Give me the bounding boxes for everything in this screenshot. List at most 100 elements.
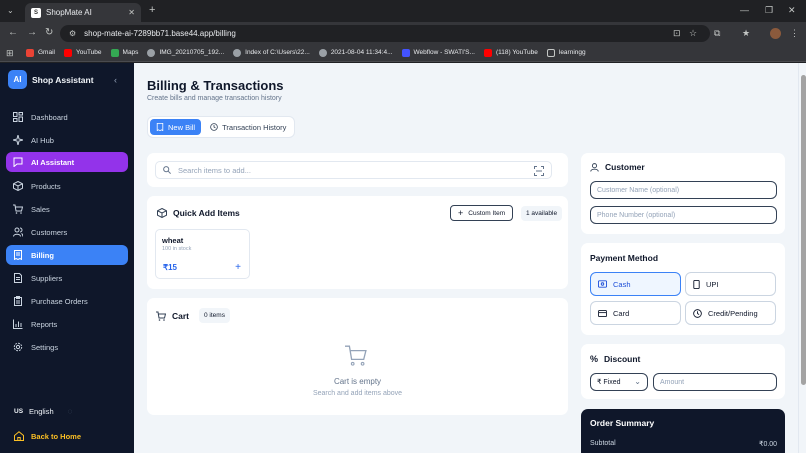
extensions-icon[interactable]: ⧉ (714, 28, 720, 38)
sidebar-item-billing[interactable]: Billing (6, 245, 128, 265)
quick-add-card: Quick Add Items + Custom Item 1 availabl… (147, 196, 568, 289)
browser-tab[interactable]: S ShopMate AI ✕ (25, 3, 141, 22)
bookmark-webflow[interactable]: Webflow - SWATI'S... (401, 48, 475, 57)
bookmark-img[interactable]: IMG_20210705_192... (147, 48, 224, 57)
page-title: Billing & Transactions (147, 78, 284, 93)
phone-number-field[interactable]: Phone Number (optional) (590, 206, 777, 224)
globe-icon (318, 48, 327, 57)
site-info-icon[interactable]: ⚙ (69, 29, 76, 39)
cart-card: Cart 0 items Cart is empty Search and ad… (147, 298, 568, 415)
customer-title: Customer (590, 162, 645, 172)
clock-icon (693, 308, 702, 318)
payment-upi-button[interactable]: UPI (685, 272, 776, 296)
webflow-icon (401, 48, 410, 57)
profile-avatar[interactable] (770, 28, 781, 39)
sidebar-item-purchase-orders[interactable]: Purchase Orders (6, 291, 128, 311)
sidebar-item-settings[interactable]: Settings (6, 337, 128, 357)
percent-icon: % (590, 354, 599, 364)
subtotal-label: Subtotal (590, 440, 616, 447)
tab-transaction-history[interactable]: Transaction History (204, 119, 292, 135)
discount-type-select[interactable]: ₹ Fixed ⌄ (590, 373, 648, 391)
brand[interactable]: AI Shop Assistant (8, 70, 94, 89)
tab-search-icon[interactable]: ⌄ (7, 6, 14, 16)
cash-icon (598, 280, 607, 288)
restore-icon[interactable]: ❐ (765, 5, 773, 15)
cart-empty-title: Cart is empty (333, 377, 382, 386)
bookmark-youtube[interactable]: YouTube (63, 48, 102, 57)
apps-grid-icon[interactable]: ⊞ (6, 48, 14, 58)
customer-name-field[interactable]: Customer Name (optional) (590, 181, 777, 199)
bookmark-gmail[interactable]: Gmail (26, 48, 55, 57)
quick-add-title: Quick Add Items (157, 208, 240, 218)
shopping-cart-icon (13, 204, 23, 214)
payment-method-card: Payment Method Cash UPI Card Credit/Pend… (581, 243, 785, 335)
payment-cash-button[interactable]: Cash (590, 272, 681, 296)
language-selector[interactable]: US English ◌ (14, 407, 72, 416)
sidebar-item-customers[interactable]: Customers (6, 222, 128, 242)
reload-icon[interactable]: ↻ (45, 28, 53, 38)
discount-amount-field[interactable]: Amount (653, 373, 777, 391)
discount-card: % Discount ₹ Fixed ⌄ Amount (581, 344, 785, 399)
minimize-icon[interactable]: — (740, 5, 749, 15)
gear-icon (13, 342, 23, 352)
sidebar-item-label: Products (31, 181, 61, 191)
collapse-sidebar-icon[interactable]: ‹ (114, 75, 117, 85)
product-card-wheat[interactable]: wheat 100 in stock ₹15 + (155, 229, 250, 279)
forward-icon[interactable]: → (27, 28, 37, 38)
sidebar-item-reports[interactable]: Reports (6, 314, 128, 334)
install-app-icon[interactable]: ⊡ (673, 28, 681, 38)
new-tab-icon[interactable]: + (149, 5, 155, 16)
shopping-cart-icon (156, 311, 166, 321)
chat-bubble-icon (13, 157, 23, 167)
add-to-cart-icon[interactable]: + (235, 262, 241, 273)
window-close-icon[interactable]: ✕ (788, 5, 796, 15)
gmail-icon (26, 48, 34, 57)
back-to-home-label: Back to Home (31, 431, 82, 441)
cart-count-badge: 0 items (199, 308, 230, 323)
custom-item-button[interactable]: + Custom Item (450, 205, 514, 221)
scrollbar-thumb[interactable] (800, 75, 806, 385)
bookmark-date[interactable]: 2021-08-04 11:34:4... (318, 48, 393, 57)
sidebar-item-label: Suppliers (31, 273, 63, 283)
youtube-icon (483, 48, 492, 57)
back-icon[interactable]: ← (8, 28, 18, 38)
bookmark-maps[interactable]: Maps (110, 48, 138, 57)
menu-icon[interactable]: ⋮ (790, 28, 799, 38)
folder-icon (546, 48, 555, 57)
package-icon (157, 208, 167, 218)
bookmark-youtube-118[interactable]: (118) YouTube (483, 48, 538, 57)
search-input[interactable]: Search items to add... (155, 161, 552, 179)
sidebar-item-sales[interactable]: Sales (6, 199, 128, 219)
bookmark-learningg[interactable]: learningg (546, 48, 586, 57)
sidebar-item-products[interactable]: Products (6, 176, 128, 196)
sidebar-item-dashboard[interactable]: Dashboard (6, 107, 128, 127)
clipboard-icon (14, 296, 22, 306)
home-icon (14, 431, 24, 441)
bookmark-index[interactable]: Index of C:\Users\22... (233, 48, 310, 57)
cart-title: Cart 0 items (156, 308, 230, 323)
sidebar-item-ai-hub[interactable]: AI Hub (6, 130, 128, 150)
smartphone-icon (693, 279, 700, 289)
back-to-home-link[interactable]: Back to Home (14, 431, 81, 441)
language-code: US (14, 408, 24, 415)
address-bar[interactable]: ⚙ shop-mate-ai-7289bb71.base44.app/billi… (60, 25, 710, 42)
tab-new-bill[interactable]: New Bill (150, 119, 202, 135)
sidebar-item-suppliers[interactable]: Suppliers (6, 268, 128, 288)
payment-card-button[interactable]: Card (590, 301, 681, 325)
receipt-icon (156, 123, 164, 131)
sidebar-item-label: Reports (31, 319, 58, 329)
brand-name: Shop Assistant (32, 74, 94, 85)
search-icon (163, 166, 171, 174)
bookmark-star-icon[interactable]: ☆ (689, 28, 697, 38)
plus-icon: + (458, 208, 464, 218)
barcode-scan-icon[interactable] (534, 166, 544, 176)
maps-icon (110, 48, 119, 57)
page-scrollbar[interactable] (798, 63, 806, 453)
tab-close-icon[interactable]: ✕ (128, 8, 135, 17)
sidebar-item-label: Purchase Orders (31, 296, 88, 306)
sidebar-item-ai-assistant[interactable]: AI Assistant (6, 152, 128, 172)
sidebar: AI Shop Assistant ‹ Dashboard AI Hub AI … (0, 63, 134, 453)
bookmarks-star-icon[interactable]: ★ (742, 28, 750, 38)
payment-credit-button[interactable]: Credit/Pending (685, 301, 776, 325)
available-count-badge: 1 available (521, 206, 563, 221)
